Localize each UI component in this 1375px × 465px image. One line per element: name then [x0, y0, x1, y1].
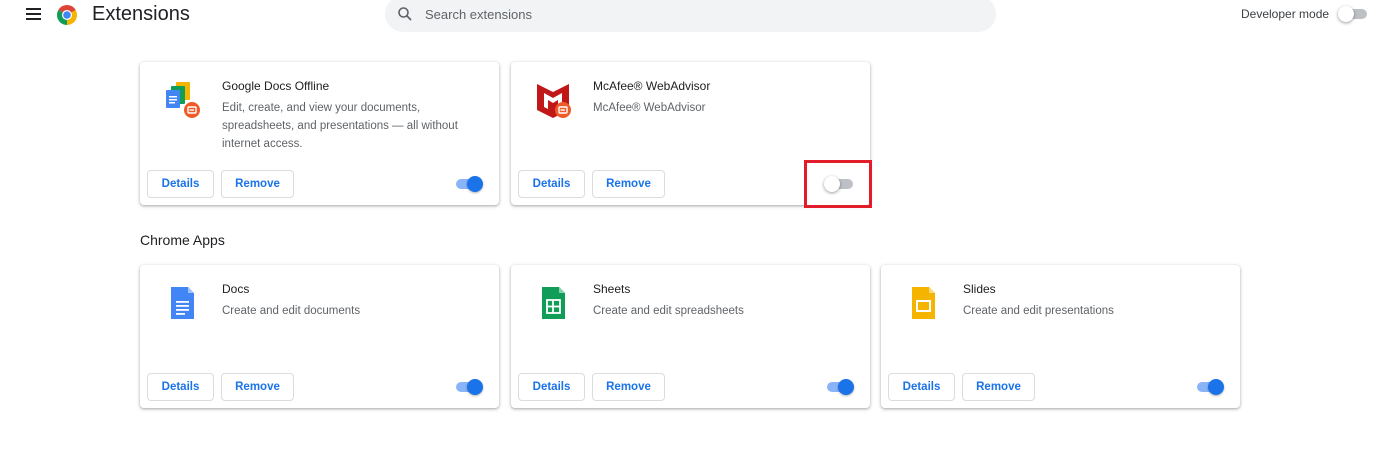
extension-name: McAfee® WebAdvisor	[593, 79, 711, 93]
extension-enable-toggle[interactable]	[453, 176, 483, 192]
remove-button[interactable]: Remove	[592, 170, 665, 198]
remove-button[interactable]: Remove	[592, 373, 665, 401]
app-name: Docs	[222, 282, 250, 296]
extension-card-mcafee-webadvisor: McAfee® WebAdvisor McAfee® WebAdvisor De…	[511, 62, 870, 205]
app-description: Create and edit presentations	[963, 305, 1114, 317]
sheets-icon	[542, 287, 565, 319]
remove-button[interactable]: Remove	[962, 373, 1035, 401]
app-enable-toggle[interactable]	[1194, 379, 1224, 395]
extension-name: Google Docs Offline	[222, 79, 330, 93]
docs-icon	[171, 287, 194, 319]
search-bar[interactable]	[385, 0, 996, 32]
search-icon	[398, 7, 412, 21]
details-button[interactable]: Details	[518, 373, 585, 401]
details-button[interactable]: Details	[518, 170, 585, 198]
extension-enable-toggle[interactable]	[824, 176, 854, 192]
details-button[interactable]: Details	[147, 170, 214, 198]
app-card-docs: Docs Create and edit documents Details R…	[140, 265, 499, 408]
extension-description: McAfee® WebAdvisor	[593, 102, 706, 114]
page-title: Extensions	[92, 3, 190, 25]
chrome-apps-heading: Chrome Apps	[140, 232, 225, 248]
details-button[interactable]: Details	[147, 373, 214, 401]
app-enable-toggle[interactable]	[824, 379, 854, 395]
app-description: Create and edit documents	[222, 305, 361, 317]
developer-mode-toggle[interactable]	[1338, 6, 1368, 22]
app-card-sheets: Sheets Create and edit spreadsheets Deta…	[511, 265, 870, 408]
app-name: Slides	[963, 282, 996, 296]
app-name: Sheets	[593, 282, 631, 296]
chrome-logo-icon	[57, 5, 77, 25]
details-button[interactable]: Details	[888, 373, 955, 401]
mcafee-icon	[537, 84, 571, 118]
slides-icon	[912, 287, 935, 319]
remove-button[interactable]: Remove	[221, 373, 294, 401]
developer-mode-label: Developer mode	[1241, 7, 1330, 21]
app-card-slides: Slides Create and edit presentations Det…	[881, 265, 1240, 408]
remove-button[interactable]: Remove	[221, 170, 294, 198]
google-docs-offline-icon	[166, 82, 200, 118]
extension-description: Edit, create, and view your documents, s…	[222, 102, 458, 150]
app-enable-toggle[interactable]	[453, 379, 483, 395]
menu-icon[interactable]	[26, 8, 41, 20]
app-description: Create and edit spreadsheets	[593, 305, 744, 317]
search-input[interactable]	[425, 4, 965, 24]
extension-card-google-docs-offline: Google Docs Offline Edit, create, and vi…	[140, 62, 499, 205]
top-bar: Extensions Developer mode	[0, 0, 1375, 34]
